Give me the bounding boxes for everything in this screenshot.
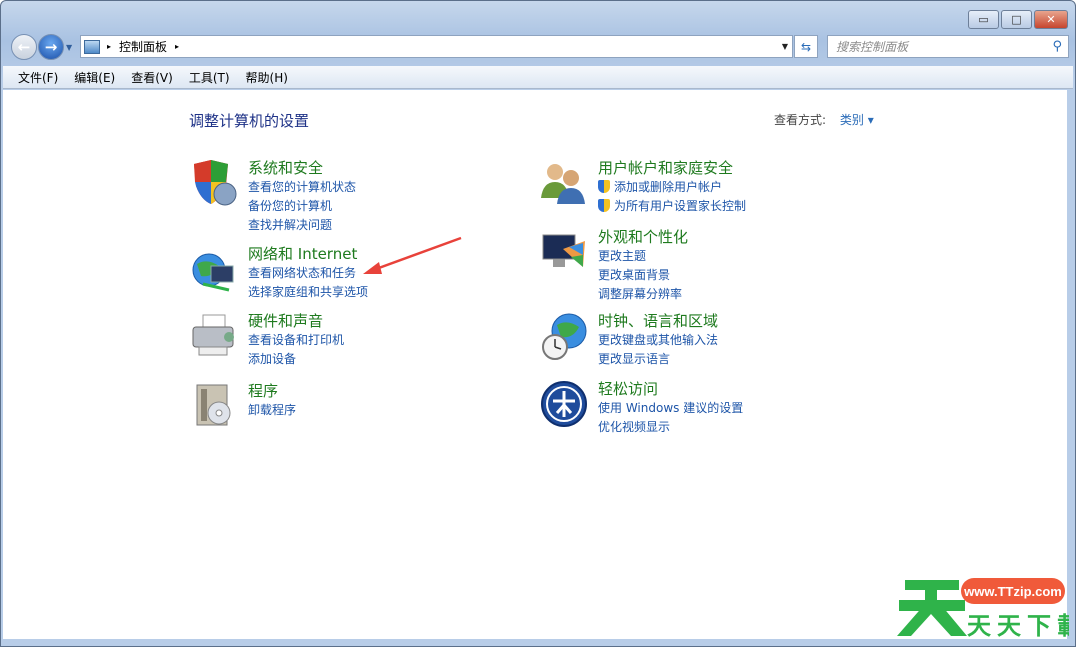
category-link[interactable]: 选择家庭组和共享选项 [248,283,368,302]
category-link[interactable]: 添加设备 [248,350,344,369]
content-area: 调整计算机的设置 查看方式: 类别 ▾ 系统和安全 查看您的计算机状态 备份您的… [3,90,1067,639]
back-button[interactable]: ← [11,34,37,60]
category-link[interactable]: 备份您的计算机 [248,197,356,216]
category-title[interactable]: 轻松访问 [598,379,743,399]
category-title[interactable]: 用户帐户和家庭安全 [598,158,746,178]
search-input[interactable]: 搜索控制面板 ⚲ [827,35,1069,58]
category-title[interactable]: 网络和 Internet [248,244,368,264]
menu-view[interactable]: 查看(V) [131,69,173,86]
category-link[interactable]: 卸载程序 [248,401,296,420]
users-icon [539,158,589,208]
watermark-logo: www.TTzip.com 天天下載 [897,570,1076,640]
category-title[interactable]: 程序 [248,381,296,401]
menu-help[interactable]: 帮助(H) [246,69,288,86]
category-programs: 程序 卸载程序 [189,381,296,431]
address-bar[interactable]: ▸ 控制面板 ▸ ▼ [80,35,793,58]
clock-globe-icon [539,311,589,361]
shield-icon [189,158,239,208]
monitor-palette-icon [539,227,589,277]
category-link[interactable]: 添加或删除用户帐户 [598,178,746,197]
view-by: 查看方式: 类别 ▾ [774,111,874,128]
category-user-accounts: 用户帐户和家庭安全 添加或删除用户帐户 为所有用户设置家长控制 [539,158,746,216]
close-button[interactable]: ✕ [1034,10,1068,29]
category-link[interactable]: 更改主题 [598,247,688,266]
search-placeholder: 搜索控制面板 [836,40,909,54]
category-ease-of-access: 轻松访问 使用 Windows 建议的设置 优化视频显示 [539,379,743,437]
category-link[interactable]: 优化视频显示 [598,418,743,437]
navigation-buttons: ← → ▼ [11,34,72,60]
refresh-button[interactable]: ⇆ [794,35,818,58]
window-controls: ▭ □ ✕ [968,10,1068,29]
svg-text:天天下載: 天天下載 [967,612,1069,640]
address-dropdown-icon[interactable]: ▼ [782,42,788,51]
category-link[interactable]: 查看网络状态和任务 [248,264,368,283]
breadcrumb-control-panel[interactable]: 控制面板 [119,38,167,55]
category-link[interactable]: 查找并解决问题 [248,216,356,235]
ease-of-access-icon [539,379,589,429]
programs-box-icon [189,381,239,431]
category-hardware-sound: 硬件和声音 查看设备和打印机 添加设备 [189,311,344,369]
category-link[interactable]: 查看您的计算机状态 [248,178,356,197]
category-link[interactable]: 更改键盘或其他输入法 [598,331,718,350]
menu-edit[interactable]: 编辑(E) [74,69,115,86]
category-link[interactable]: 使用 Windows 建议的设置 [598,399,743,418]
menu-bar: 文件(F) 编辑(E) 查看(V) 工具(T) 帮助(H) [3,66,1073,89]
category-link[interactable]: 调整屏幕分辨率 [598,285,688,304]
category-title[interactable]: 系统和安全 [248,158,356,178]
maximize-button[interactable]: □ [1001,10,1032,29]
forward-button[interactable]: → [38,34,64,60]
svg-text:www.TTzip.com: www.TTzip.com [963,584,1062,599]
breadcrumb-separator[interactable]: ▸ [107,42,111,51]
category-network-internet: 网络和 Internet 查看网络状态和任务 选择家庭组和共享选项 [189,244,368,302]
category-title[interactable]: 硬件和声音 [248,311,344,331]
network-globe-icon [189,244,239,294]
uac-shield-icon [598,180,610,193]
control-panel-icon [84,39,100,54]
menu-tools[interactable]: 工具(T) [189,69,230,86]
search-icon[interactable]: ⚲ [1052,39,1062,54]
breadcrumb-separator[interactable]: ▸ [175,42,179,51]
category-clock-language-region: 时钟、语言和区域 更改键盘或其他输入法 更改显示语言 [539,311,718,369]
uac-shield-icon [598,199,610,212]
category-link[interactable]: 更改显示语言 [598,350,718,369]
category-link[interactable]: 为所有用户设置家长控制 [598,197,746,216]
window-frame: ▭ □ ✕ ← → ▼ ▸ 控制面板 ▸ ▼ ⇆ 搜索控制面板 ⚲ 文件(F) … [0,0,1076,647]
view-by-dropdown[interactable]: 类别 ▾ [840,113,874,127]
category-system-security: 系统和安全 查看您的计算机状态 备份您的计算机 查找并解决问题 [189,158,356,235]
category-appearance: 外观和个性化 更改主题 更改桌面背景 调整屏幕分辨率 [539,227,688,304]
category-link[interactable]: 更改桌面背景 [598,266,688,285]
menu-file[interactable]: 文件(F) [18,69,58,86]
category-link[interactable]: 查看设备和打印机 [248,331,344,350]
category-title[interactable]: 时钟、语言和区域 [598,311,718,331]
category-title[interactable]: 外观和个性化 [598,227,688,247]
view-by-label: 查看方式: [774,113,827,127]
recent-pages-dropdown[interactable]: ▼ [66,43,72,52]
printer-icon [189,311,239,361]
page-title: 调整计算机的设置 [189,112,310,130]
minimize-button[interactable]: ▭ [968,10,999,29]
